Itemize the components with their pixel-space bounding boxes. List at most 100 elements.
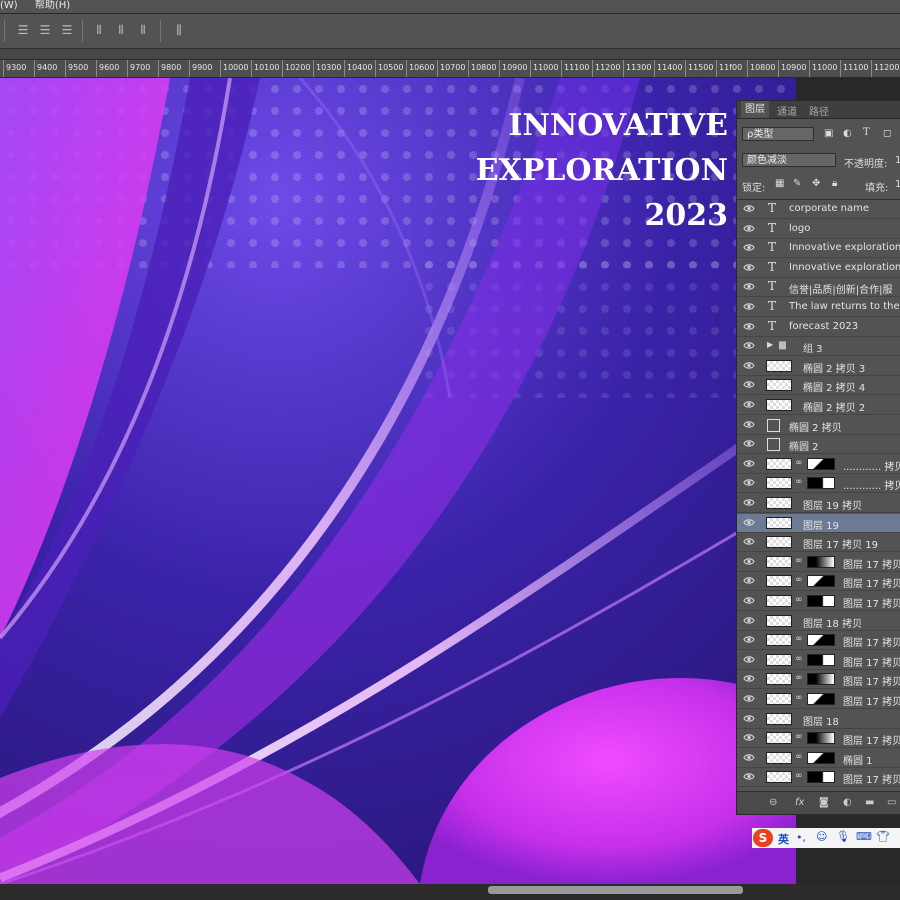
panel-tab-0[interactable]: 图层 (741, 101, 769, 118)
layer-filter-dropdown[interactable]: ρ类型 (742, 127, 814, 141)
layer-mask-thumbnail[interactable] (807, 595, 835, 607)
new-group-icon[interactable]: ▬ (865, 797, 874, 808)
visibility-eye-icon[interactable] (743, 733, 755, 743)
visibility-eye-icon[interactable] (743, 616, 755, 626)
align-left-icon[interactable]: ⫴ (92, 23, 106, 37)
adjustment-layer-icon[interactable]: ◐ (843, 797, 852, 808)
visibility-eye-icon[interactable] (743, 714, 755, 724)
layer-row[interactable]: ∞ 图层 17 拷贝 (737, 572, 900, 592)
layer-mask-thumbnail[interactable] (807, 457, 835, 470)
mask-link-icon[interactable]: ∞ (795, 673, 803, 683)
layer-row[interactable]: 图层 19 拷贝 (737, 494, 900, 513)
blend-mode-dropdown[interactable]: 颜色减淡 (742, 153, 836, 167)
visibility-eye-icon[interactable] (743, 224, 755, 234)
visibility-eye-icon[interactable] (743, 518, 755, 528)
visibility-eye-icon[interactable] (743, 674, 755, 684)
visibility-eye-icon[interactable] (743, 576, 755, 586)
filter-adjustment-icon[interactable]: ◐ (843, 128, 852, 139)
visibility-eye-icon[interactable] (743, 772, 755, 782)
expand-group-icon[interactable]: ▶ (767, 340, 773, 349)
mask-link-icon[interactable]: ∞ (795, 654, 803, 664)
visibility-eye-icon[interactable] (743, 243, 755, 253)
layer-row[interactable]: T Innovative exploration 2 (737, 259, 900, 278)
layer-mask-thumbnail[interactable] (807, 693, 835, 705)
visibility-eye-icon[interactable] (743, 361, 755, 371)
mask-link-icon[interactable]: ∞ (795, 732, 803, 742)
layer-row[interactable]: ▶ ▆ 组 3 (737, 337, 900, 357)
mask-link-icon[interactable]: ∞ (795, 752, 803, 762)
layer-mask-thumbnail[interactable] (807, 771, 835, 784)
layer-row[interactable]: 椭圆 2 (737, 435, 900, 455)
layer-row[interactable]: Tforecast 2023 (737, 318, 900, 337)
visibility-eye-icon[interactable] (743, 557, 755, 567)
menu-item-help[interactable]: 帮助(H) (35, 0, 70, 11)
new-layer-icon[interactable]: ▭ (887, 797, 896, 808)
layer-mask-thumbnail[interactable] (807, 477, 835, 490)
layer-style-icon[interactable]: fx (795, 797, 804, 808)
align-bottom-icon[interactable]: ☰ (60, 23, 74, 37)
opacity-value[interactable]: 1 (895, 155, 900, 166)
horizontal-scrollbar[interactable] (488, 886, 743, 894)
visibility-eye-icon[interactable] (743, 537, 755, 547)
layer-row[interactable]: 图层 17 拷贝 19 (737, 533, 900, 553)
ime-skin-icon[interactable]: 👕︎ (876, 830, 890, 843)
visibility-eye-icon[interactable] (743, 655, 755, 665)
mask-link-icon[interactable]: ∞ (795, 556, 803, 566)
layer-row[interactable]: 椭圆 2 拷贝 4 (737, 376, 900, 396)
ime-punctuation-icon[interactable]: •, (796, 831, 806, 844)
layer-row[interactable]: T The law returns to the sp (737, 298, 900, 317)
canvas[interactable]: INNOVATIVE EXPLORATION 2023 (0, 78, 796, 884)
layer-row[interactable]: ∞ 椭圆 1 (737, 749, 900, 768)
visibility-eye-icon[interactable] (743, 302, 755, 312)
visibility-eye-icon[interactable] (743, 478, 755, 488)
mask-link-icon[interactable]: ∞ (795, 458, 803, 468)
layer-mask-thumbnail[interactable] (807, 673, 835, 686)
distribute-icon[interactable]: ⫼ (172, 23, 186, 37)
layer-mask-thumbnail[interactable] (807, 653, 835, 666)
filter-pixel-icon[interactable]: ▣ (824, 128, 833, 139)
ime-language-toggle[interactable]: 英 (778, 831, 789, 847)
visibility-eye-icon[interactable] (743, 263, 755, 273)
layer-row[interactable]: 图层 18 拷贝 (737, 612, 900, 631)
add-mask-icon[interactable]: ◙ (819, 797, 829, 808)
visibility-eye-icon[interactable] (743, 753, 755, 763)
mask-link-icon[interactable]: ∞ (795, 477, 803, 487)
layer-row[interactable]: 椭圆 2 拷贝 3 (737, 357, 900, 376)
lock-paint-icon[interactable]: ✎ (793, 178, 801, 189)
layer-mask-thumbnail[interactable] (807, 732, 835, 745)
layer-row[interactable]: 图层 19 (737, 513, 900, 533)
ime-voice-icon[interactable]: 🎙︎ (836, 830, 850, 843)
visibility-eye-icon[interactable] (743, 282, 755, 292)
align-right-icon[interactable]: ⫴ (136, 23, 150, 37)
mask-link-icon[interactable]: ∞ (795, 693, 803, 703)
layer-row[interactable]: T 信誉|品质|创新|合作|服 (737, 278, 900, 298)
layer-row[interactable]: 椭圆 2 拷贝 (737, 416, 900, 435)
layer-row[interactable]: ∞ 图层 17 拷贝 (737, 631, 900, 651)
layer-mask-thumbnail[interactable] (807, 634, 835, 647)
lock-transparency-icon[interactable]: ▦ (775, 178, 784, 189)
mask-link-icon[interactable]: ∞ (795, 595, 803, 605)
panel-tab-2[interactable]: 路径 (805, 103, 833, 118)
sogou-logo-icon[interactable]: S (753, 829, 773, 847)
filter-text-icon[interactable]: T (863, 127, 870, 138)
layer-row[interactable]: ∞ 图层 17 拷贝 (737, 670, 900, 690)
visibility-eye-icon[interactable] (743, 694, 755, 704)
visibility-eye-icon[interactable] (743, 204, 755, 214)
align-horizontal-center-icon[interactable]: ⫴ (114, 23, 128, 37)
filter-shape-icon[interactable]: ◻ (883, 128, 891, 139)
mask-link-icon[interactable]: ∞ (795, 634, 803, 644)
ime-keyboard-icon[interactable]: ⌨ (856, 830, 872, 843)
layer-list[interactable]: Tcorporate name Tlogo T Innovative explorat… (737, 199, 900, 793)
horizontal-ruler[interactable]: 9300 9400 9500 9600 9700 9800 9900 10000 10100 10… (0, 60, 900, 78)
lock-all-icon[interactable]: 🔒︎ (832, 178, 837, 189)
layer-row[interactable]: 图层 18 (737, 710, 900, 729)
layer-row[interactable]: T Innovative exploration 2 (737, 239, 900, 259)
visibility-eye-icon[interactable] (743, 459, 755, 469)
lock-position-icon[interactable]: ✥ (812, 178, 820, 189)
visibility-eye-icon[interactable] (743, 322, 755, 332)
layer-row[interactable]: ∞ 图层 17 拷贝 (737, 768, 900, 788)
visibility-eye-icon[interactable] (743, 341, 755, 351)
layer-mask-thumbnail[interactable] (807, 751, 835, 764)
panel-tab-1[interactable]: 通道 (773, 103, 801, 118)
layer-row[interactable]: Tcorporate name (737, 200, 900, 219)
